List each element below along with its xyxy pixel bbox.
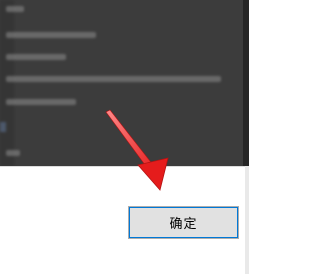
dimmed-content-area <box>0 0 249 166</box>
list-item <box>6 97 76 107</box>
confirm-button-label: 确定 <box>169 217 198 232</box>
window-edge <box>243 0 249 166</box>
list-item <box>6 74 221 84</box>
blurred-list <box>0 0 249 166</box>
window-edge <box>245 166 249 274</box>
list-item <box>6 52 66 62</box>
confirm-button[interactable]: 确定 <box>128 206 239 239</box>
list-item <box>6 4 24 14</box>
list-item <box>6 30 96 40</box>
list-item-icon <box>0 122 6 132</box>
list-item <box>6 148 20 158</box>
dialog-window: 确定 <box>0 0 249 274</box>
